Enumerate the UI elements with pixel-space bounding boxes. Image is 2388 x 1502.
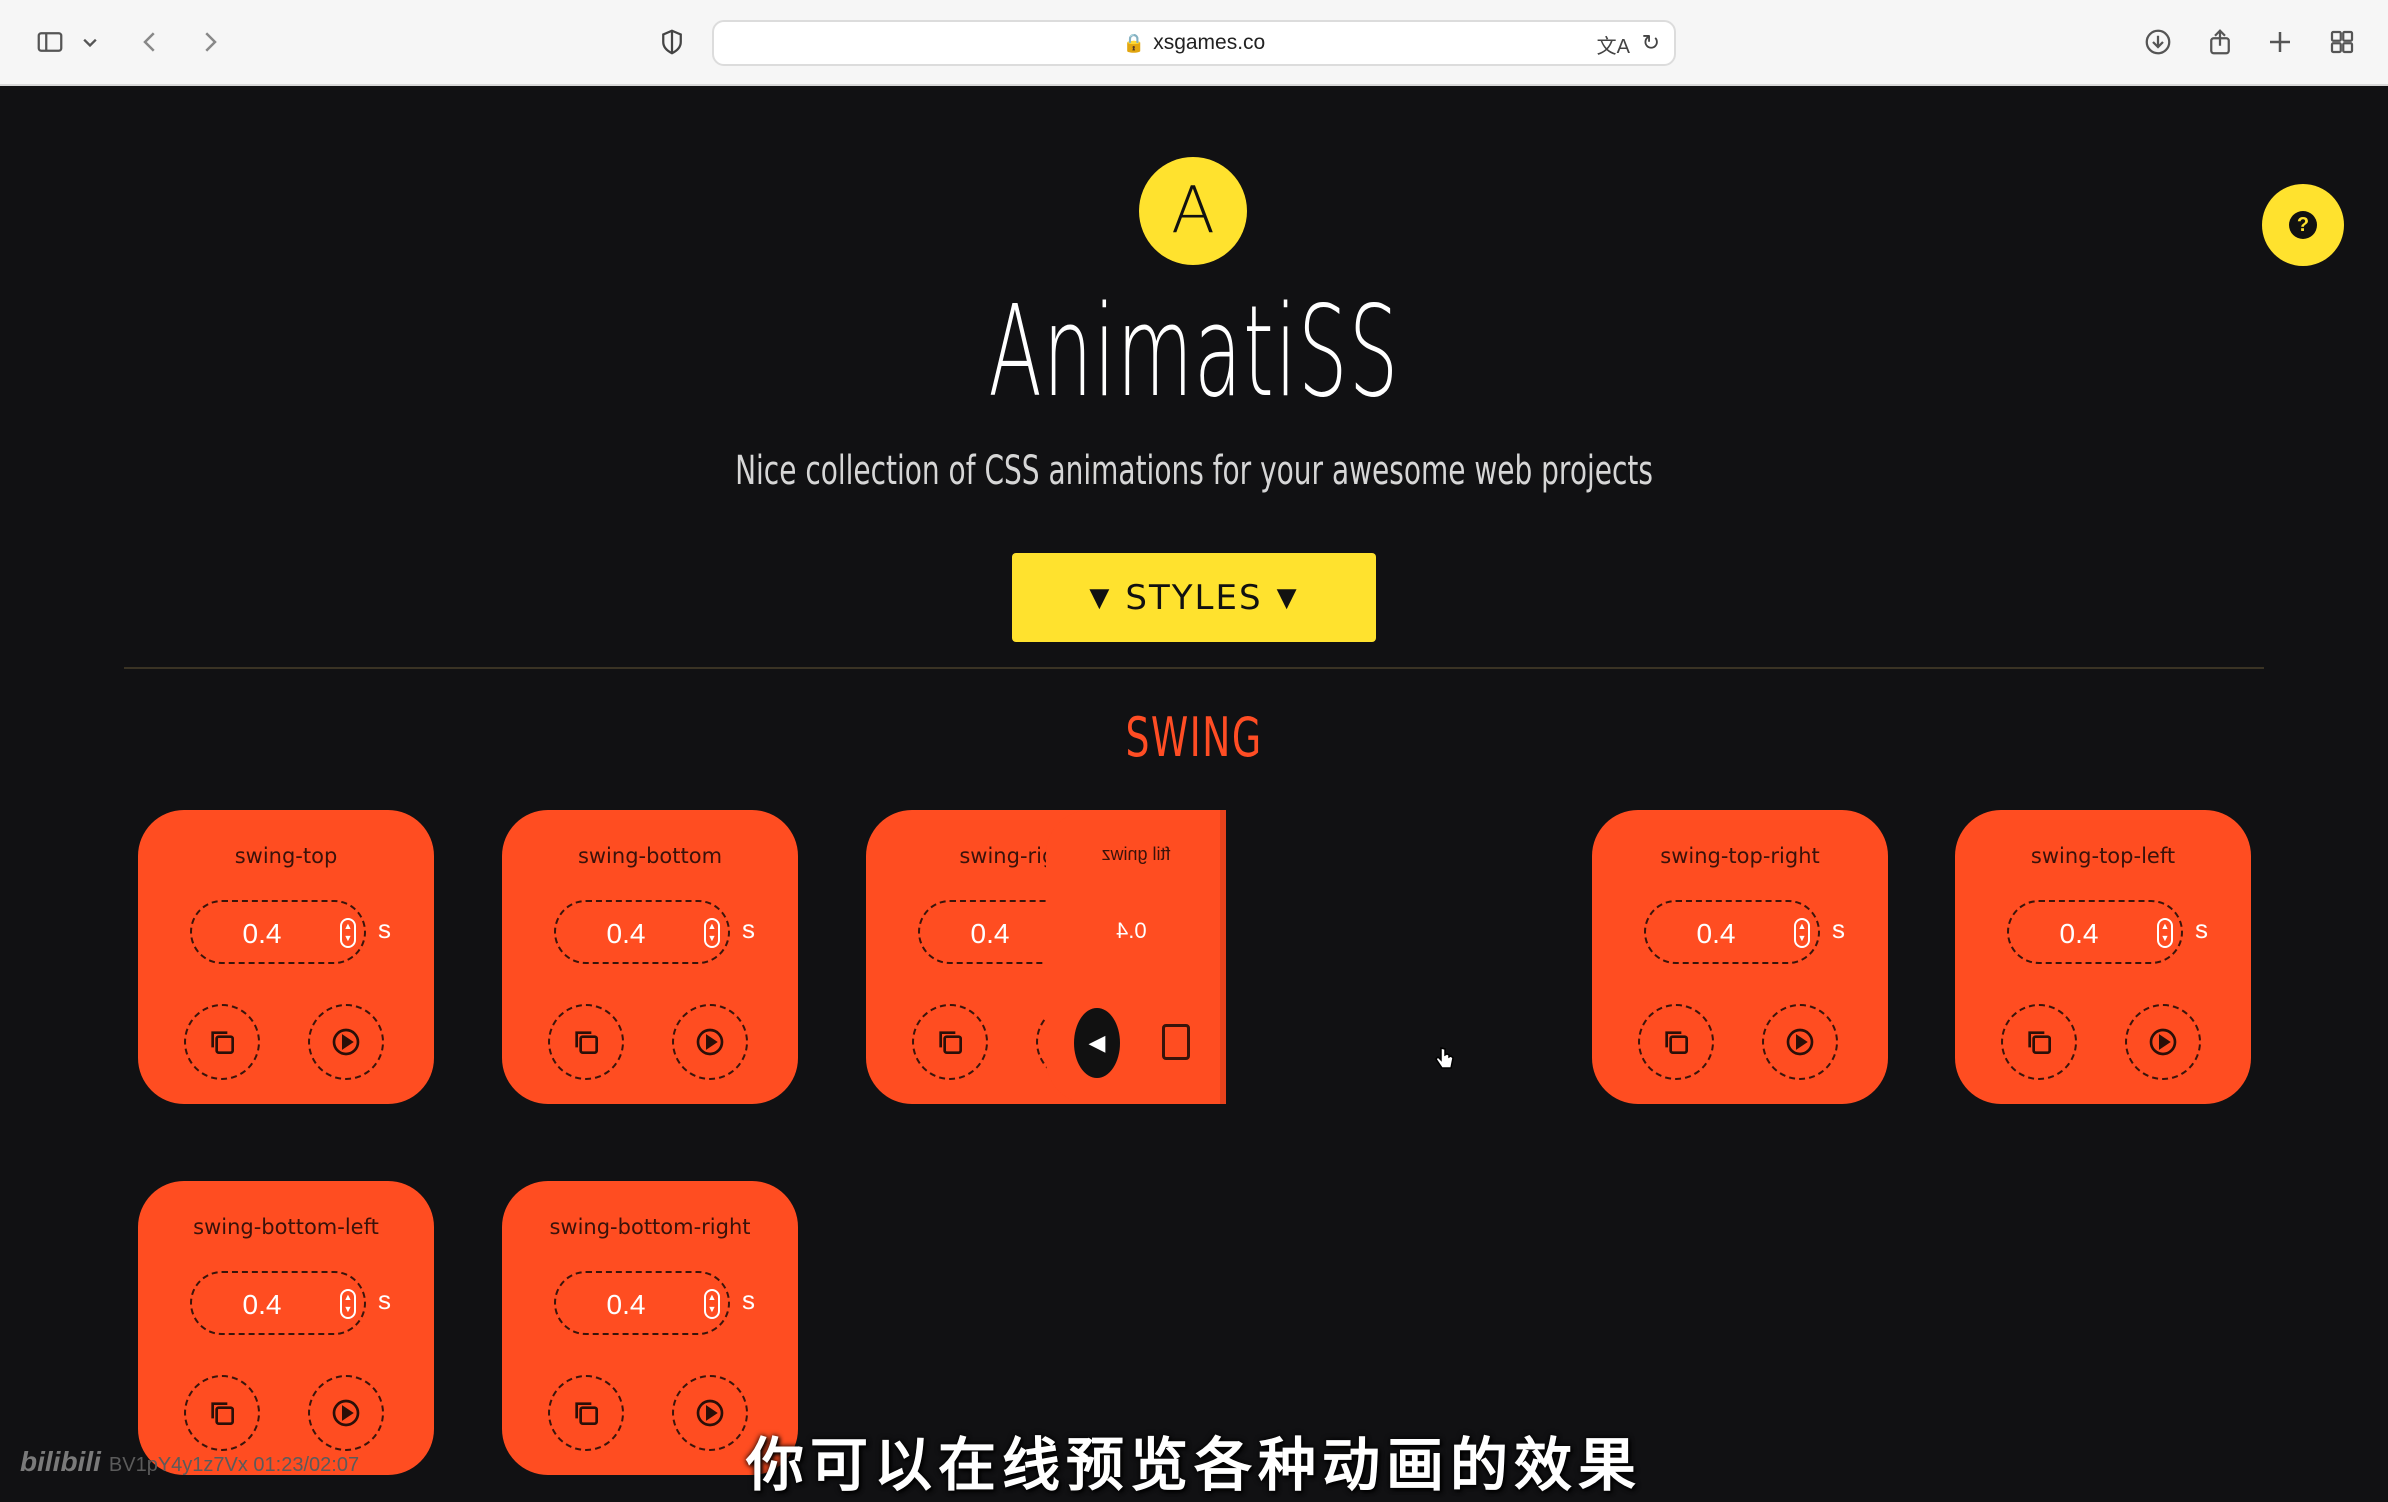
card-title: swing-top-right — [1660, 844, 1820, 868]
duration-input[interactable]: 0.4 ▲▼ — [2007, 900, 2183, 964]
sidebar-icon[interactable] — [30, 22, 70, 62]
stepper-icon[interactable]: ▲▼ — [340, 1289, 356, 1319]
card-title: swing-bottom-right — [549, 1215, 751, 1239]
new-tab-icon[interactable] — [2260, 22, 2300, 62]
animation-card[interactable]: swing-bottom 0.4 ▲ ▼ s — [502, 810, 798, 1104]
duration-input[interactable]: 0.4 ▲▼ — [190, 900, 366, 964]
duration-unit: s — [378, 1285, 391, 1315]
browser-toolbar: 🔒 xsgames.co 文A ↻ — [0, 0, 2388, 86]
animation-card[interactable]: swing-top-right 0.4 ▲ ▼ s — [1592, 810, 1888, 1104]
duration-value: 0.4 — [242, 918, 282, 949]
stepper-icon[interactable]: ▲▼ — [2157, 918, 2173, 948]
copy-icon — [2028, 1031, 2051, 1054]
duration-input[interactable]: 0.4 ▲▼ — [554, 1271, 730, 1335]
duration-input[interactable]: 0.4 ▲▼ — [1644, 900, 1820, 964]
site-logo[interactable]: A — [1139, 157, 1247, 265]
caret-down-icon: ▼ — [1089, 582, 1112, 613]
copy-button[interactable] — [2001, 1004, 2077, 1080]
duration-value: 0.4 — [2059, 918, 2099, 949]
card-title: swing-bottom — [577, 844, 723, 868]
play-button[interactable] — [1762, 1004, 1838, 1080]
copy-button[interactable] — [1638, 1004, 1714, 1080]
download-icon[interactable] — [2138, 22, 2178, 62]
copy-button[interactable] — [184, 1004, 260, 1080]
divider — [124, 667, 2264, 669]
stepper-icon[interactable]: ▲▼ — [704, 918, 720, 948]
card-title: swing-top — [234, 844, 338, 868]
play-button[interactable] — [2125, 1004, 2201, 1080]
tab-overview-icon[interactable] — [2322, 22, 2362, 62]
styles-dropdown-button[interactable]: ▼ STYLES ▼ — [1012, 553, 1376, 642]
address-bar[interactable]: 🔒 xsgames.co 文A ↻ — [712, 20, 1676, 66]
copy-button[interactable] — [912, 1004, 988, 1080]
copy-icon — [1665, 1031, 1688, 1054]
play-button[interactable] — [672, 1004, 748, 1080]
copy-icon — [211, 1031, 234, 1054]
help-icon: ? — [2289, 211, 2317, 239]
ghost-copy-icon — [1162, 1024, 1190, 1060]
back-icon[interactable] — [130, 22, 170, 62]
card-title: swing-top-left — [2030, 844, 2176, 868]
url-text: xsgames.co — [1153, 31, 1266, 54]
chevron-down-icon[interactable] — [76, 22, 104, 62]
caret-down-icon: ▼ — [1276, 582, 1299, 613]
animation-card[interactable]: swing-top-left 0.4 ▲ ▼ s — [1955, 810, 2251, 1104]
duration-value: 0.4 — [606, 1289, 646, 1320]
copy-icon — [939, 1031, 962, 1054]
duration-unit: s — [1832, 914, 1845, 944]
duration-value: 0.4 — [970, 918, 1010, 949]
ghost-play-icon: ◀ — [1074, 1008, 1120, 1078]
play-icon — [696, 1028, 724, 1056]
ghost-card-title: ftil gniwz — [1101, 844, 1171, 864]
copy-icon — [575, 1031, 598, 1054]
share-icon[interactable] — [2200, 22, 2240, 62]
shield-icon[interactable] — [652, 22, 692, 62]
duration-unit: s — [742, 1285, 755, 1315]
tagline: Nice collection of CSS animations for yo… — [735, 448, 1653, 494]
site-title: AnimatiSS — [988, 278, 1400, 425]
duration-input[interactable]: 0.4 ▲▼ — [190, 1271, 366, 1335]
translate-icon[interactable]: 文A — [1597, 30, 1630, 59]
lock-icon: 🔒 — [1122, 32, 1146, 53]
stepper-icon[interactable]: ▲▼ — [1794, 918, 1810, 948]
stepper-icon[interactable]: ▲▼ — [340, 918, 356, 948]
card-title: swing-bottom-left — [193, 1215, 379, 1239]
play-button[interactable] — [308, 1004, 384, 1080]
animation-card[interactable]: swing-top 0.4 ▲ ▼ s — [138, 810, 434, 1104]
stepper-icon[interactable]: ▲▼ — [704, 1289, 720, 1319]
help-button[interactable]: ? — [2262, 184, 2344, 266]
duration-input[interactable]: 0.4 ▲▼ — [554, 900, 730, 964]
duration-value: 0.4 — [242, 1289, 282, 1320]
video-subtitle: 你可以在线预览各种动画的效果 — [745, 1433, 1642, 1498]
section-title: SWING — [1125, 706, 1263, 769]
ghost-duration-value: 0.4 — [1116, 918, 1147, 943]
duration-unit: s — [378, 914, 391, 944]
hand-cursor-icon — [1435, 1047, 1454, 1069]
reload-icon[interactable]: ↻ — [1642, 30, 1660, 56]
logo-glyph: A — [1171, 174, 1215, 248]
play-icon — [332, 1028, 360, 1056]
duration-value: 0.4 — [606, 918, 646, 949]
duration-unit: s — [2195, 914, 2208, 944]
swinging-card-ghost: ftil gniwz 0.4 ◀ — [1046, 810, 1226, 1104]
styles-label: STYLES — [1125, 577, 1263, 618]
play-icon — [2149, 1028, 2177, 1056]
forward-icon[interactable] — [190, 22, 230, 62]
duration-unit: s — [742, 914, 755, 944]
duration-value: 0.4 — [1696, 918, 1736, 949]
copy-button[interactable] — [548, 1004, 624, 1080]
play-icon — [1786, 1028, 1814, 1056]
